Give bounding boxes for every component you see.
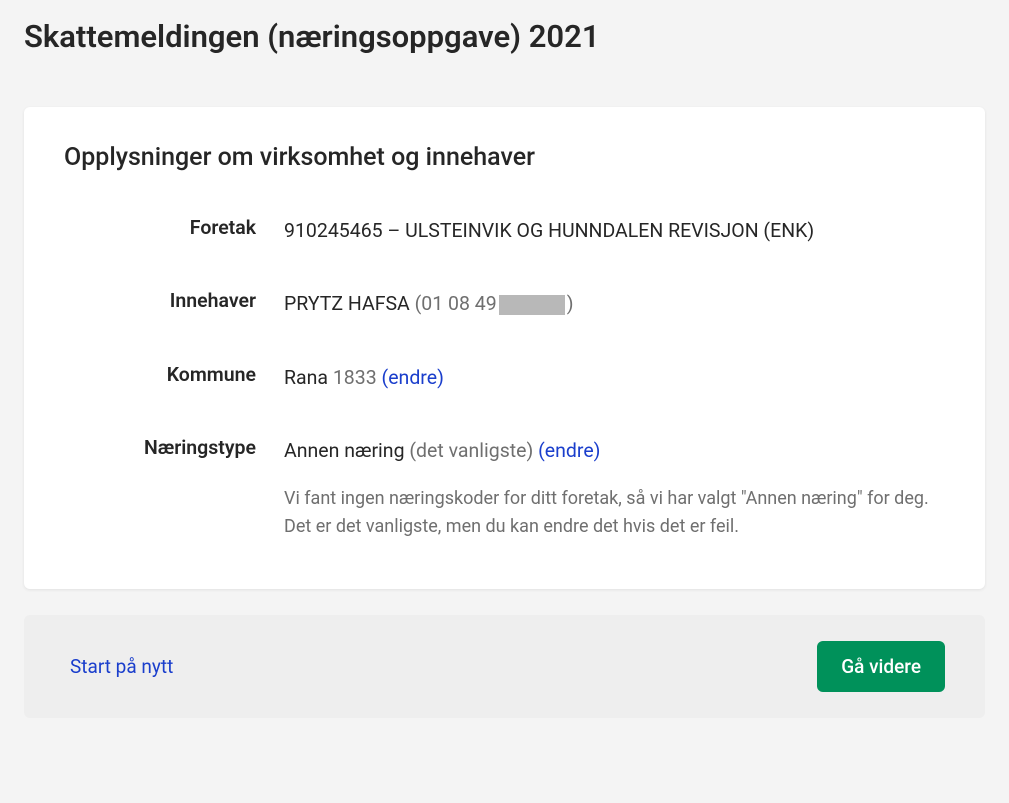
innehaver-name: PRYTZ HAFSA xyxy=(284,292,410,315)
label-foretak: Foretak xyxy=(64,216,284,239)
innehaver-id-prefix: (01 08 49 xyxy=(415,292,497,315)
label-naeringstype: Næringstype xyxy=(64,436,284,459)
naeringstype-change-link[interactable]: (endre) xyxy=(538,439,600,462)
value-kommune: Rana 1833 (endre) xyxy=(284,363,945,392)
naeringstype-hint: (det vanligste) xyxy=(409,439,533,462)
value-innehaver: PRYTZ HAFSA (01 08 49) xyxy=(284,289,945,318)
row-naeringstype: Næringstype Annen næring (det vanligste)… xyxy=(64,436,945,541)
page-title: Skattemeldingen (næringsoppgave) 2021 xyxy=(24,18,985,55)
label-innehaver: Innehaver xyxy=(64,289,284,312)
value-naeringstype: Annen næring (det vanligste) (endre) Vi … xyxy=(284,436,945,541)
innehaver-id-redacted xyxy=(499,295,565,315)
restart-button[interactable]: Start på nytt xyxy=(70,655,173,678)
card-title: Opplysninger om virksomhet og innehaver xyxy=(64,143,945,172)
kommune-code: 1833 xyxy=(333,366,377,389)
row-foretak: Foretak 910245465 – ULSTEINVIK OG HUNNDA… xyxy=(64,216,945,245)
next-button[interactable]: Gå videre xyxy=(817,641,945,692)
row-innehaver: Innehaver PRYTZ HAFSA (01 08 49) xyxy=(64,289,945,318)
business-info-card: Opplysninger om virksomhet og innehaver … xyxy=(24,107,985,589)
naeringstype-value: Annen næring xyxy=(284,439,405,462)
innehaver-id-suffix: ) xyxy=(567,292,574,315)
kommune-change-link[interactable]: (endre) xyxy=(382,366,444,389)
value-foretak: 910245465 – ULSTEINVIK OG HUNNDALEN REVI… xyxy=(284,216,945,245)
row-kommune: Kommune Rana 1833 (endre) xyxy=(64,363,945,392)
naeringstype-note: Vi fant ingen næringskoder for ditt fore… xyxy=(284,485,945,541)
label-kommune: Kommune xyxy=(64,363,284,386)
kommune-name: Rana xyxy=(284,366,328,389)
action-bar: Start på nytt Gå videre xyxy=(24,615,985,718)
